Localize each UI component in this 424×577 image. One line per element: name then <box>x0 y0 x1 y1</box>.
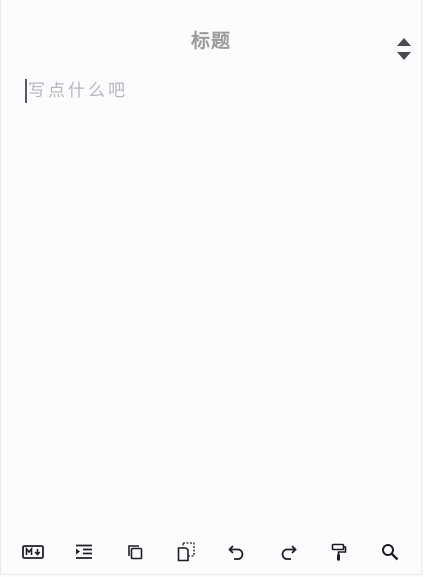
redo-icon <box>281 545 297 560</box>
redo-button[interactable] <box>274 538 302 566</box>
paint-roller-icon <box>331 543 346 561</box>
bottom-toolbar <box>1 532 421 572</box>
note-body-input[interactable]: 写点什么吧 <box>25 78 385 104</box>
note-title[interactable]: 标题 <box>1 26 421 56</box>
paste-button[interactable] <box>172 538 200 566</box>
body-placeholder: 写点什么吧 <box>28 81 128 101</box>
paste-icon <box>177 542 195 562</box>
format-painter-button[interactable] <box>325 538 353 566</box>
undo-button[interactable] <box>223 538 251 566</box>
note-editor: 标题 写点什么吧 <box>0 0 422 575</box>
scroll-up-icon[interactable] <box>397 38 411 46</box>
markdown-button[interactable] <box>19 538 47 566</box>
copy-icon <box>127 545 142 560</box>
search-button[interactable] <box>376 538 404 566</box>
markdown-icon <box>21 545 44 559</box>
indent-icon <box>75 544 92 559</box>
undo-icon <box>227 545 243 560</box>
indent-button[interactable] <box>70 538 98 566</box>
text-caret <box>25 79 27 103</box>
scroll-down-icon[interactable] <box>397 52 411 60</box>
scroll-arrows[interactable] <box>397 38 411 62</box>
search-icon <box>381 544 398 561</box>
copy-button[interactable] <box>121 538 149 566</box>
